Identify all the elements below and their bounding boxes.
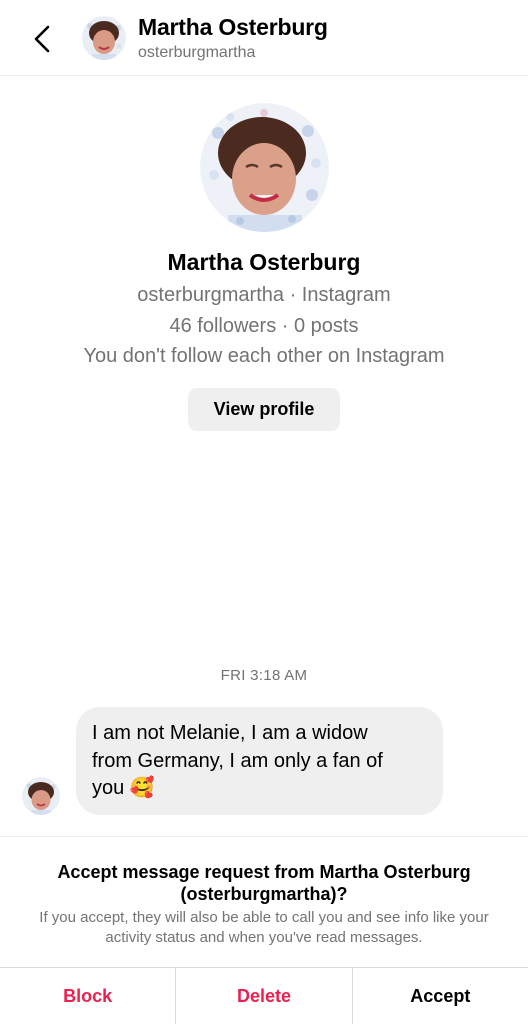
chat-header: Martha Osterburg osterburgmartha <box>0 0 528 76</box>
profile-source: osterburgmartha · Instagram <box>137 284 391 306</box>
profile-stats: 46 followers · 0 posts <box>169 315 359 337</box>
request-description: If you accept, they will also be able to… <box>39 909 489 946</box>
sender-avatar[interactable] <box>22 777 60 815</box>
message-request-screen: Martha Osterburg osterburgmartha Martha … <box>0 0 528 1024</box>
header-username: osterburgmartha <box>138 44 256 61</box>
block-button[interactable]: Block <box>0 968 176 1024</box>
request-title: Accept message request from Martha Oster… <box>57 862 471 904</box>
message-line: I am not Melanie, I am a widow <box>92 722 368 744</box>
message-line-last: you 🥰 <box>92 775 427 803</box>
header-avatar[interactable] <box>82 16 126 60</box>
message-line: you <box>92 777 125 799</box>
message-timestamp: FRI 3:18 AM <box>220 667 308 684</box>
view-profile-button[interactable]: View profile <box>188 388 340 431</box>
profile-name: Martha Osterburg <box>167 249 361 275</box>
message-line: from Germany, I am only a fan of <box>92 749 383 772</box>
chevron-left-icon <box>34 25 50 53</box>
back-button[interactable] <box>26 20 58 58</box>
message-bubble[interactable]: I am not Melanie, I am a widow from Germ… <box>76 707 443 815</box>
accept-button[interactable]: Accept <box>351 968 528 1024</box>
request-action-bar: Block Delete Accept <box>0 967 528 1024</box>
header-name[interactable]: Martha Osterburg <box>138 14 328 41</box>
profile-avatar[interactable] <box>200 103 329 232</box>
smiling-face-with-hearts-emoji: 🥰 <box>129 777 155 799</box>
message-request-panel: Accept message request from Martha Oster… <box>0 836 528 968</box>
profile-relation: You don't follow each other on Instagram <box>83 345 445 367</box>
delete-button[interactable]: Delete <box>175 968 352 1024</box>
